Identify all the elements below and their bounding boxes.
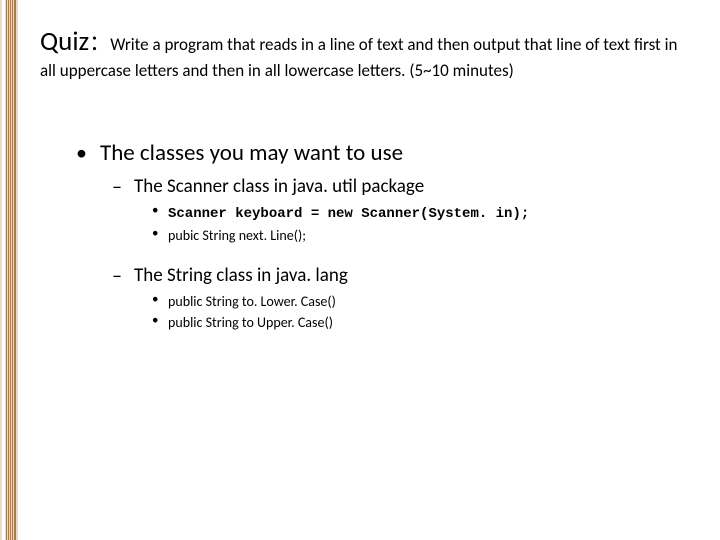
lvl2-scanner-head: The Scanner class in java. util package (134, 175, 424, 198)
bullet-lvl2-string: The String class in java. lang public St… (112, 264, 688, 333)
bullet-lvl3-lower: public String to. Lower. Case() (152, 291, 688, 312)
scanner-nextline: pubic String next. Line(); (168, 227, 306, 244)
quiz-description: Write a program that reads in a line of … (40, 34, 677, 81)
lvl2-string-head: The String class in java. lang (134, 264, 348, 287)
bullet-lvl1: The classes you may want to use The Scan… (76, 139, 688, 333)
quiz-label: Quiz (40, 25, 89, 58)
string-upper: public String to Upper. Case() (168, 314, 333, 331)
content-area: The classes you may want to use The Scan… (40, 139, 688, 333)
bullet-lvl3-nextline: pubic String next. Line(); (152, 225, 688, 246)
lvl1-text: The classes you may want to use (100, 139, 403, 167)
bullet-lvl3-code: Scanner keyboard = new Scanner(System. i… (152, 202, 688, 225)
slide-body: Quiz：Write a program that reads in a lin… (18, 0, 720, 540)
slide-left-border (0, 0, 18, 540)
quiz-colon: ： (89, 30, 110, 56)
bullet-lvl3-upper: public String to Upper. Case() (152, 312, 688, 333)
bullet-lvl2-scanner: The Scanner class in java. util package … (112, 175, 688, 246)
quiz-title-block: Quiz：Write a program that reads in a lin… (40, 24, 688, 83)
string-lower: public String to. Lower. Case() (168, 293, 336, 310)
scanner-code: Scanner keyboard = new Scanner(System. i… (168, 206, 529, 222)
